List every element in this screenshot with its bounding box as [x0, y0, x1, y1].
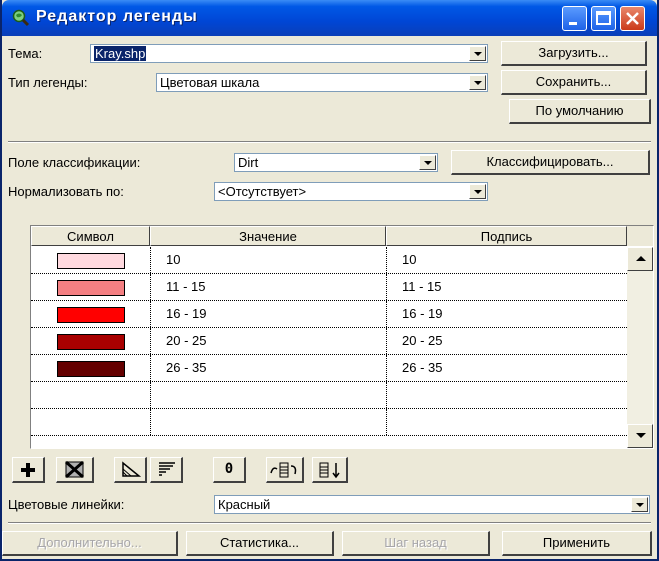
classification-field-label: Поле классификации: — [8, 155, 141, 170]
window-title: Редактор легенды — [36, 8, 198, 25]
close-icon — [626, 12, 639, 25]
theme-value: Kray.shp — [92, 45, 148, 62]
chevron-down-icon[interactable] — [469, 184, 486, 199]
table-row[interactable]: 10 10 — [31, 247, 627, 274]
table-row-empty[interactable] — [31, 382, 627, 409]
column-header-symbol[interactable]: Символ — [31, 226, 150, 246]
apply-button[interactable]: Применить — [502, 531, 652, 556]
row-value: 20 - 25 — [166, 333, 207, 348]
legend-table: Символ Значение Подпись 10 10 11 - 15 11… — [30, 225, 654, 449]
reverse-order-icon — [270, 462, 297, 478]
minimize-button[interactable] — [562, 6, 587, 31]
table-row[interactable]: 16 - 19 16 - 19 — [31, 301, 627, 328]
row-caption: 20 - 25 — [402, 333, 443, 348]
normalize-by-value: <Отсутствует> — [218, 184, 307, 199]
chevron-down-icon[interactable] — [469, 75, 486, 90]
table-header: Символ Значение Подпись — [31, 226, 653, 246]
color-swatch[interactable] — [57, 334, 125, 350]
delete-class-button[interactable] — [56, 457, 94, 483]
color-ramp-value: Красный — [218, 497, 271, 512]
plus-icon — [21, 463, 35, 477]
close-button[interactable] — [620, 6, 645, 31]
theme-combo[interactable]: Kray.shp — [90, 44, 488, 63]
advanced-button[interactable]: Дополнительно... — [2, 531, 178, 556]
vertical-scrollbar[interactable] — [627, 247, 653, 448]
table-row[interactable]: 26 - 35 26 - 35 — [31, 355, 627, 382]
legend-type-label: Тип легенды: — [8, 75, 88, 90]
row-caption: 16 - 19 — [402, 306, 443, 321]
column-header-value[interactable]: Значение — [150, 226, 386, 246]
row-value: 26 - 35 — [166, 360, 207, 375]
statistics-button[interactable]: Статистика... — [186, 531, 334, 556]
legend-type-value: Цветовая шкала — [160, 75, 260, 90]
row-caption: 10 — [402, 252, 417, 267]
chevron-down-icon[interactable] — [419, 155, 436, 170]
flip-order-button[interactable] — [312, 457, 348, 483]
row-value: 11 - 15 — [166, 279, 206, 294]
scroll-down-button[interactable] — [627, 424, 653, 448]
classify-button[interactable]: Классифицировать... — [451, 150, 650, 175]
scroll-up-button[interactable] — [627, 247, 653, 271]
normalize-by-label: Нормализовать по: — [8, 184, 124, 199]
add-class-button[interactable] — [12, 457, 45, 483]
title-bar[interactable]: Редактор легенды — [2, 0, 657, 36]
row-caption: 26 - 35 — [402, 360, 443, 375]
color-ramp-label: Цветовые линейки: — [8, 497, 125, 512]
save-button[interactable]: Сохранить... — [501, 70, 647, 95]
header-filler — [627, 226, 653, 246]
color-swatch[interactable] — [57, 253, 125, 269]
row-value: 10 — [166, 252, 181, 267]
maximize-button[interactable] — [591, 6, 616, 31]
separator — [8, 141, 651, 143]
row-caption: 11 - 15 — [402, 279, 442, 294]
classification-field-value: Dirt — [238, 155, 259, 170]
flip-order-icon — [319, 462, 340, 479]
undo-button[interactable]: Шаг назад — [342, 531, 490, 556]
reverse-order-button[interactable] — [266, 457, 304, 483]
legend-editor-window: Редактор легенды Тема: Kray.shp Загрузит… — [0, 0, 659, 561]
table-row-empty[interactable] — [31, 409, 627, 436]
load-button[interactable]: Загрузить... — [501, 41, 647, 66]
normalize-by-combo[interactable]: <Отсутствует> — [214, 182, 488, 201]
zero-button-label: 0 — [224, 461, 234, 477]
legend-type-combo[interactable]: Цветовая шкала — [156, 73, 488, 92]
sort-descending-icon — [159, 462, 175, 476]
sort-ascending-icon — [122, 461, 142, 477]
table-row[interactable]: 11 - 15 11 - 15 — [31, 274, 627, 301]
row-value: 16 - 19 — [166, 306, 207, 321]
sort-ascending-button[interactable] — [114, 457, 147, 483]
theme-label: Тема: — [8, 46, 43, 61]
table-row[interactable]: 20 - 25 20 - 25 — [31, 328, 627, 355]
minimize-icon — [569, 22, 577, 25]
color-ramp-combo[interactable]: Красный — [214, 495, 650, 514]
maximize-icon — [596, 11, 611, 25]
sort-descending-button[interactable] — [150, 457, 183, 483]
chevron-down-icon[interactable] — [631, 497, 648, 512]
zero-button[interactable]: 0 — [213, 457, 246, 483]
legend-editor-app-icon — [12, 9, 30, 27]
color-swatch[interactable] — [57, 361, 125, 377]
default-button[interactable]: По умолчанию — [509, 99, 651, 124]
color-swatch[interactable] — [57, 307, 125, 323]
chevron-down-icon[interactable] — [469, 46, 486, 61]
column-header-caption[interactable]: Подпись — [386, 226, 627, 246]
delete-icon — [65, 460, 84, 479]
separator — [8, 522, 651, 524]
color-swatch[interactable] — [57, 280, 125, 296]
classification-field-combo[interactable]: Dirt — [234, 153, 438, 172]
